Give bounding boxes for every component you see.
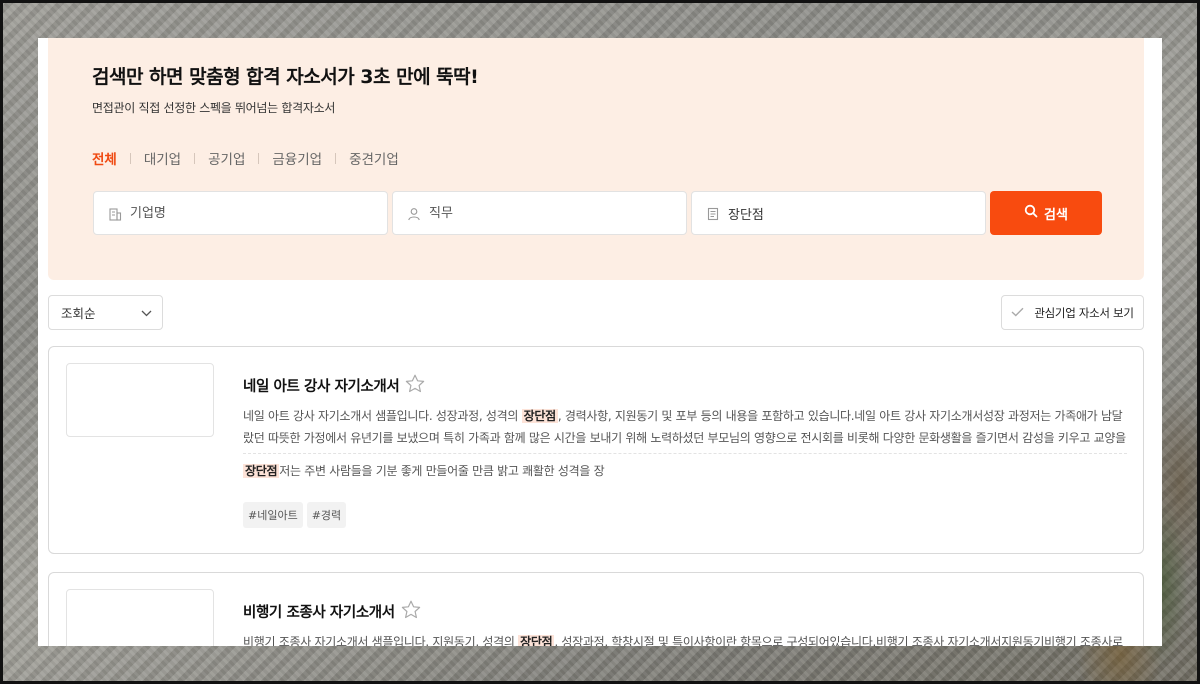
snippet-text: 저는 주변 사람들을 기분 좋게 만들어줄 만큼 밝고 쾌활한 성격을 장 — [279, 464, 605, 478]
job-input[interactable] — [429, 205, 659, 221]
keyword-highlight: 장단점 — [518, 635, 555, 646]
tab-divider — [258, 152, 260, 164]
search-icon — [1024, 204, 1038, 222]
check-icon — [1011, 306, 1024, 320]
category-tabs: 전체 대기업 공기업 금융기업 중견기업 — [92, 148, 399, 168]
keyword-highlight: 장단점 — [521, 409, 558, 423]
sort-select[interactable]: 조회순 — [48, 295, 163, 330]
desc-text: , 성장과정, 학창시절 및 특이사항이란 항목으로 구성되어있습니다.비행기 … — [554, 635, 1123, 646]
search-button[interactable]: 검색 — [990, 191, 1102, 235]
keyword-field[interactable] — [691, 191, 986, 235]
favorite-companies-label: 관심기업 자소서 보기 — [1034, 305, 1134, 320]
search-form: 검색 — [93, 191, 1102, 235]
sort-selected-value: 조회순 — [61, 306, 96, 321]
result-title[interactable]: 네일 아트 강사 자기소개서 — [243, 374, 425, 397]
document-icon — [706, 206, 720, 221]
tab-divider — [335, 152, 337, 164]
divider — [243, 453, 1127, 454]
company-logo — [66, 589, 214, 646]
job-field[interactable] — [392, 191, 687, 235]
tab-midsize-company[interactable]: 중견기업 — [349, 148, 399, 168]
person-icon — [407, 206, 421, 221]
tag-list: #네일아트 #경력 — [243, 502, 347, 528]
search-hero: 검색만 하면 맞춤형 합격 자소서가 3초 만에 뚝딱! 면접관이 직접 선정한… — [48, 38, 1144, 280]
desc-text: 비행기 조종사 자기소개서 샘플입니다. 지원동기, 성격의 — [243, 635, 519, 646]
hero-subtitle: 면접관이 직접 선정한 스펙을 뛰어넘는 합격자소서 — [92, 101, 336, 115]
result-card[interactable]: 비행기 조종사 자기소개서 비행기 조종사 자기소개서 샘플입니다. 지원동기,… — [48, 572, 1144, 646]
tab-large-company[interactable]: 대기업 — [144, 148, 181, 168]
tab-finance-company[interactable]: 금융기업 — [272, 148, 322, 168]
result-title-text[interactable]: 비행기 조종사 자기소개서 — [243, 601, 395, 622]
tab-public-company[interactable]: 공기업 — [208, 148, 245, 168]
tag[interactable]: #네일아트 — [243, 502, 303, 528]
tab-all[interactable]: 전체 — [92, 148, 117, 168]
favorite-companies-button[interactable]: 관심기업 자소서 보기 — [1001, 295, 1144, 330]
search-button-label: 검색 — [1044, 207, 1068, 223]
company-input[interactable] — [130, 205, 360, 221]
building-icon — [108, 206, 122, 221]
desc-text: 네일 아트 강사 자기소개서 샘플입니다. 성장과정, 성격의 — [243, 409, 522, 423]
content-page: 검색만 하면 맞춤형 합격 자소서가 3초 만에 뚝딱! 면접관이 직접 선정한… — [38, 38, 1162, 646]
result-description: 비행기 조종사 자기소개서 샘플입니다. 지원동기, 성격의 장단점, 성장과정… — [243, 631, 1127, 646]
tag[interactable]: #경력 — [306, 502, 347, 528]
tab-divider — [129, 152, 131, 164]
result-title[interactable]: 비행기 조종사 자기소개서 — [243, 600, 421, 623]
result-snippet: 장단점 저는 주변 사람들을 기분 좋게 만들어줄 만큼 밝고 쾌활한 성격을 장 — [243, 461, 605, 481]
result-card[interactable]: 네일 아트 강사 자기소개서 네일 아트 강사 자기소개서 샘플입니다. 성장과… — [48, 346, 1144, 554]
keyword-highlight: 장단점 — [243, 464, 280, 478]
company-logo — [66, 363, 214, 437]
hero-title: 검색만 하면 맞춤형 합격 자소서가 3초 만에 뚝딱! — [92, 66, 479, 88]
star-icon[interactable] — [401, 600, 421, 623]
star-icon[interactable] — [405, 374, 425, 397]
company-field[interactable] — [93, 191, 388, 235]
result-title-text[interactable]: 네일 아트 강사 자기소개서 — [243, 375, 400, 396]
result-description: 네일 아트 강사 자기소개서 샘플입니다. 성장과정, 성격의 장단점, 경력사… — [243, 405, 1127, 449]
tab-divider — [194, 152, 196, 164]
chevron-down-icon — [141, 305, 152, 320]
keyword-input[interactable] — [728, 205, 958, 221]
